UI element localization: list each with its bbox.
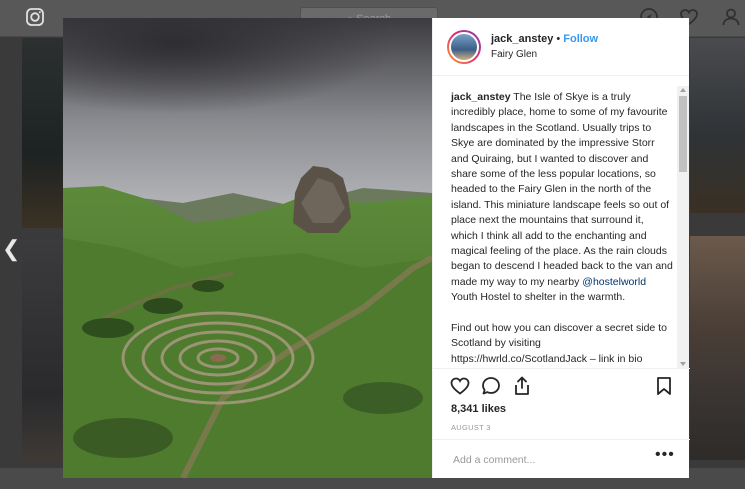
caption-username[interactable]: jack_anstey (451, 91, 511, 103)
grid-photo[interactable] (22, 38, 63, 228)
scroll-down-arrow[interactable] (680, 362, 686, 366)
comment-input[interactable] (451, 450, 645, 470)
likes-count[interactable]: 8,341 likes (451, 403, 506, 415)
post-sidebar: jack_anstey • Follow Fairy Glen jack_anste… (432, 18, 690, 478)
grid-photo[interactable] (690, 236, 745, 460)
caption-text-end: Youth Hostel to shelter in the warmth. (451, 291, 626, 304)
avatar[interactable] (447, 29, 481, 64)
post-date: AUGUST 3 (451, 423, 491, 432)
post-modal: jack_anstey • Follow Fairy Glen jack_anste… (63, 18, 690, 478)
scroll-thumb[interactable] (679, 96, 687, 172)
username-link[interactable]: jack_anstey (491, 33, 553, 45)
instagram-icon (26, 8, 44, 26)
share-icon[interactable] (511, 375, 533, 397)
grid-photo[interactable] (22, 240, 63, 462)
caption-paragraph-2: Find out how you can discover a secret s… (451, 321, 667, 365)
location-link[interactable]: Fairy Glen (491, 48, 598, 62)
post-actions: 8,341 likes AUGUST 3 ••• (433, 368, 690, 478)
post-photo[interactable] (63, 18, 432, 478)
post-header: jack_anstey • Follow Fairy Glen (433, 18, 689, 76)
mention-link[interactable]: @hostelworld (582, 276, 646, 288)
scroll-up-arrow[interactable] (680, 88, 686, 92)
separator-dot: • (556, 32, 561, 45)
landscape-image (63, 18, 432, 478)
user-icon[interactable] (720, 6, 742, 28)
caption-text: The Isle of Skye is a truly incredibly p… (451, 91, 673, 288)
like-icon[interactable] (449, 375, 471, 397)
bookmark-icon[interactable] (653, 375, 675, 397)
chevron-left-icon[interactable]: ❮ (2, 236, 20, 262)
follow-button[interactable]: Follow (563, 33, 598, 45)
comment-icon[interactable] (480, 375, 502, 397)
comment-bar: ••• (433, 439, 690, 479)
more-icon[interactable]: ••• (655, 446, 675, 464)
grid-photo[interactable] (690, 38, 745, 213)
caption: jack_anstey The Isle of Skye is a truly … (433, 90, 677, 368)
caption-scrollbar[interactable] (677, 86, 689, 368)
